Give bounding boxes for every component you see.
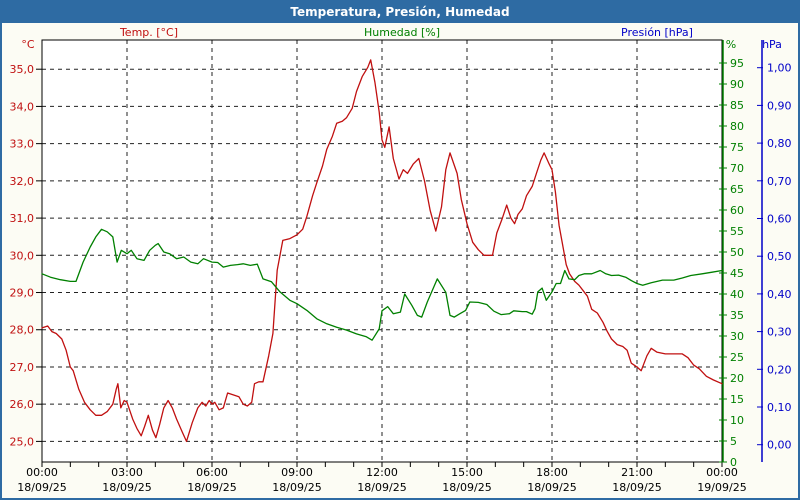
temp-tick-label: 33,0 bbox=[10, 138, 35, 151]
pressure-tick-label: 0,50 bbox=[767, 250, 792, 263]
x-tick-time: 18:00 bbox=[536, 466, 568, 479]
temp-tick-label: 27,0 bbox=[10, 361, 35, 374]
pressure-tick-label: 0,90 bbox=[767, 99, 792, 112]
pressure-tick-label: 0,20 bbox=[767, 363, 792, 376]
x-tick-date: 18/09/25 bbox=[612, 481, 661, 494]
temp-tick-label: 32,0 bbox=[10, 175, 35, 188]
x-tick-date: 18/09/25 bbox=[527, 481, 576, 494]
x-tick-time: 00:00 bbox=[26, 466, 58, 479]
x-tick-date: 19/09/25 bbox=[697, 481, 746, 494]
humidity-tick-label: 0 bbox=[730, 456, 737, 469]
x-tick-time: 03:00 bbox=[111, 466, 143, 479]
humidity-tick-label: 60 bbox=[730, 204, 744, 217]
humidity-tick-label: 45 bbox=[730, 267, 744, 280]
humidity-tick-label: 20 bbox=[730, 372, 744, 385]
pressure-tick-label: 0,80 bbox=[767, 137, 792, 150]
humidity-tick-label: 30 bbox=[730, 330, 744, 343]
x-tick-date: 18/09/25 bbox=[102, 481, 151, 494]
temp-tick-label: 26,0 bbox=[10, 398, 35, 411]
x-tick-time: 09:00 bbox=[281, 466, 313, 479]
x-tick-time: 06:00 bbox=[196, 466, 228, 479]
x-tick-time: 21:00 bbox=[621, 466, 653, 479]
humidity-tick-label: 75 bbox=[730, 141, 744, 154]
pressure-tick-label: 0,10 bbox=[767, 401, 792, 414]
x-tick-date: 18/09/25 bbox=[272, 481, 321, 494]
humidity-tick-label: 55 bbox=[730, 225, 744, 238]
x-tick-time: 15:00 bbox=[451, 466, 483, 479]
humidity-tick-label: 15 bbox=[730, 393, 744, 406]
humidity-tick-label: 5 bbox=[730, 435, 737, 448]
temp-tick-label: 28,0 bbox=[10, 324, 35, 337]
humidity-tick-label: 90 bbox=[730, 78, 744, 91]
humidity-tick-label: 35 bbox=[730, 309, 744, 322]
x-tick-time: 12:00 bbox=[366, 466, 398, 479]
temp-tick-label: 25,0 bbox=[10, 435, 35, 448]
humidity-tick-label: 70 bbox=[730, 162, 744, 175]
humidity-tick-label: 25 bbox=[730, 351, 744, 364]
x-tick-date: 18/09/25 bbox=[442, 481, 491, 494]
humidity-tick-label: 50 bbox=[730, 246, 744, 259]
pressure-tick-label: 0,40 bbox=[767, 288, 792, 301]
pressure-tick-label: 0,00 bbox=[767, 439, 792, 452]
temp-tick-label: 29,0 bbox=[10, 287, 35, 300]
humidity-tick-label: 10 bbox=[730, 414, 744, 427]
temp-tick-label: 30,0 bbox=[10, 249, 35, 262]
pressure-tick-label: 0,60 bbox=[767, 213, 792, 226]
humidity-tick-label: 80 bbox=[730, 120, 744, 133]
chart-plot: 00:00 18/09/25 03:00 18/09/25 06:00 18/09/25 0… bbox=[2, 2, 800, 500]
temp-tick-label: 34,0 bbox=[10, 100, 35, 113]
pressure-tick-label: 0,30 bbox=[767, 326, 792, 339]
humidity-tick-label: 65 bbox=[730, 183, 744, 196]
x-tick-date: 18/09/25 bbox=[357, 481, 406, 494]
humidity-tick-label: 95 bbox=[730, 57, 744, 70]
pressure-tick-label: 0,70 bbox=[767, 175, 792, 188]
pressure-tick-label: 1,00 bbox=[767, 62, 792, 75]
temp-tick-label: 31,0 bbox=[10, 212, 35, 225]
temp-tick-label: 35,0 bbox=[10, 63, 35, 76]
weather-chart-window: Temperatura, Presión, Humedad Temp. [°C]… bbox=[0, 0, 800, 500]
x-tick-date: 18/09/25 bbox=[187, 481, 236, 494]
x-tick-date: 18/09/25 bbox=[17, 481, 66, 494]
humidity-tick-label: 40 bbox=[730, 288, 744, 301]
humidity-tick-label: 85 bbox=[730, 99, 744, 112]
